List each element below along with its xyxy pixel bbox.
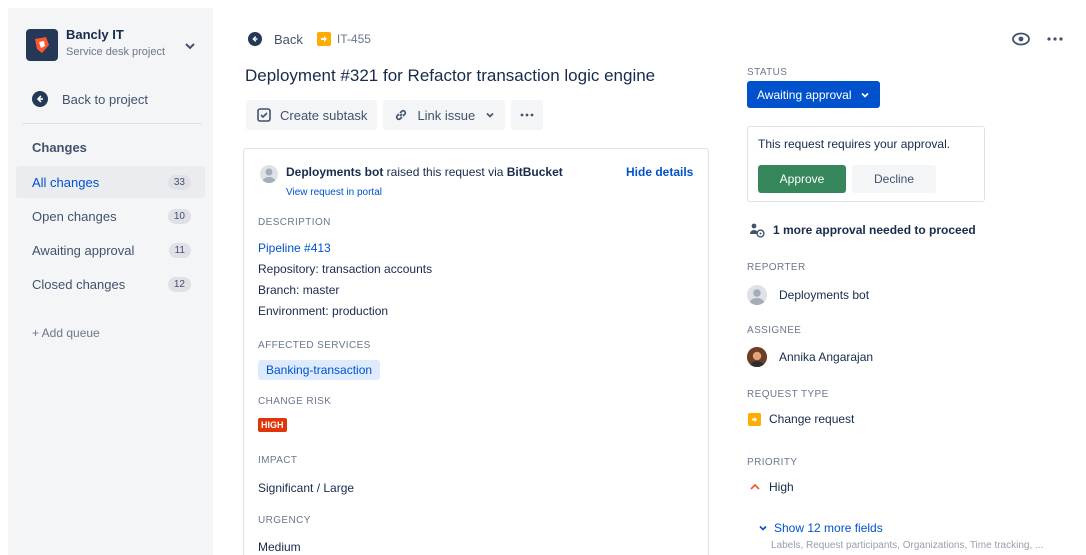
hide-details-link[interactable]: Hide details <box>626 165 693 179</box>
urgency-label: URGENCY <box>258 515 311 526</box>
sidebar-item-closed-changes[interactable]: Closed changes 12 <box>16 268 205 300</box>
create-subtask-button[interactable]: Create subtask <box>246 100 378 130</box>
avatar <box>747 347 767 367</box>
queue-count: 33 <box>167 174 191 190</box>
queue-label: All changes <box>32 174 100 190</box>
create-subtask-label: Create subtask <box>280 107 368 123</box>
priority-label: PRIORITY <box>747 457 798 468</box>
eye-icon[interactable] <box>1011 30 1031 48</box>
queue-count: 11 <box>168 242 191 258</box>
sidebar-item-all-changes[interactable]: All changes 33 <box>16 166 205 198</box>
back-to-project-link[interactable]: Back to project <box>32 88 148 110</box>
raised-by-text: Deployments bot raised this request via … <box>286 165 563 179</box>
raised-via: BitBucket <box>506 165 563 179</box>
affected-service-chip[interactable]: Banking-transaction <box>258 360 381 380</box>
change-risk-label: CHANGE RISK <box>258 396 332 407</box>
project-subtitle: Service desk project <box>66 46 166 58</box>
approvers-icon <box>749 222 765 238</box>
chevron-down-icon <box>860 90 870 100</box>
more-fields-summary: Labels, Request participants, Organizati… <box>771 540 1044 551</box>
back-button[interactable]: Back <box>274 32 303 47</box>
project-logo-icon <box>26 29 58 61</box>
link-issue-label: Link issue <box>417 107 476 123</box>
queue-label: Closed changes <box>32 276 126 292</box>
request-details-card: Deployments bot raised this request via … <box>243 148 709 555</box>
request-type-label: REQUEST TYPE <box>747 389 829 400</box>
priority-field[interactable]: High <box>749 480 794 494</box>
more-icon <box>519 107 535 123</box>
request-type-field[interactable]: Change request <box>748 412 854 426</box>
branch-text: Branch: master <box>258 283 340 297</box>
reporter-label: REPORTER <box>747 262 806 273</box>
status-value: Awaiting approval <box>757 87 852 102</box>
approvals-remaining-text: 1 more approval needed to proceed <box>773 223 976 237</box>
chevron-down-icon <box>758 523 768 533</box>
description-label: DESCRIPTION <box>258 217 331 228</box>
sidebar: Bancly IT Service desk project Back to p… <box>8 8 213 555</box>
avatar-icon <box>747 285 767 305</box>
queue-count: 12 <box>167 276 191 292</box>
approve-button[interactable]: Approve <box>758 165 846 193</box>
change-type-icon <box>748 412 761 426</box>
add-queue-link[interactable]: + Add queue <box>32 326 100 340</box>
repository-text: Repository: transaction accounts <box>258 262 433 276</box>
raised-mid-text: raised this request via <box>383 165 507 179</box>
link-issue-button[interactable]: Link issue <box>383 100 506 130</box>
reporter-name: Deployments bot <box>286 165 384 179</box>
arrow-left-icon[interactable] <box>248 32 262 46</box>
issue-toolbar: Create subtask Link issue <box>246 100 549 130</box>
back-to-project-label: Back to project <box>62 91 148 107</box>
approval-message: This request requires your approval. <box>758 137 951 151</box>
decline-button[interactable]: Decline <box>852 165 936 193</box>
assignee-label: ASSIGNEE <box>747 325 802 336</box>
request-type-value: Change request <box>769 412 855 426</box>
sidebar-item-awaiting-approval[interactable]: Awaiting approval 11 <box>16 234 205 266</box>
assignee-field[interactable]: Annika Angarajan <box>747 347 873 367</box>
show-more-label: Show 12 more fields <box>774 521 883 535</box>
project-name: Bancly IT <box>66 27 124 42</box>
avatar-icon <box>260 165 278 183</box>
impact-label: IMPACT <box>258 455 298 466</box>
affected-services-label: AFFECTED SERVICES <box>258 340 371 351</box>
risk-badge: HIGH <box>258 418 287 432</box>
sidebar-item-open-changes[interactable]: Open changes 10 <box>16 200 205 232</box>
impact-value: Significant / Large <box>258 481 355 495</box>
breadcrumb: Back IT-455 <box>248 30 371 48</box>
status-label: STATUS <box>747 67 788 78</box>
view-in-portal-link[interactable]: View request in portal <box>286 187 382 198</box>
page-title: Deployment #321 for Refactor transaction… <box>245 66 656 85</box>
queue-label: Awaiting approval <box>32 242 135 258</box>
priority-high-icon <box>749 481 761 493</box>
more-icon[interactable] <box>1045 30 1065 48</box>
reporter-name: Deployments bot <box>779 288 870 302</box>
urgency-value: Medium <box>258 540 301 554</box>
queue-count: 10 <box>167 208 191 224</box>
approval-panel: This request requires your approval. App… <box>747 126 985 202</box>
queue-label: Open changes <box>32 208 117 224</box>
sidebar-heading: Changes <box>32 140 87 155</box>
subtask-icon <box>256 107 272 123</box>
chevron-down-icon[interactable] <box>182 38 198 54</box>
link-icon <box>393 107 409 123</box>
environment-text: Environment: production <box>258 304 389 318</box>
assignee-name: Annika Angarajan <box>779 350 874 364</box>
change-type-icon <box>316 32 331 46</box>
project-switcher[interactable]: Bancly IT Service desk project <box>22 22 206 72</box>
reporter-field[interactable]: Deployments bot <box>747 285 869 305</box>
status-dropdown[interactable]: Awaiting approval <box>747 81 880 108</box>
more-actions-button[interactable] <box>511 100 544 130</box>
sidebar-divider <box>22 123 202 124</box>
show-more-fields-button[interactable]: Show 12 more fields <box>758 521 883 535</box>
approvals-remaining: 1 more approval needed to proceed <box>749 222 976 238</box>
arrow-left-icon <box>32 91 48 107</box>
issue-key-link[interactable]: IT-455 <box>337 32 371 46</box>
chevron-down-icon[interactable] <box>485 110 495 120</box>
pipeline-link[interactable]: Pipeline #413 <box>258 241 331 255</box>
priority-value: High <box>769 480 794 494</box>
